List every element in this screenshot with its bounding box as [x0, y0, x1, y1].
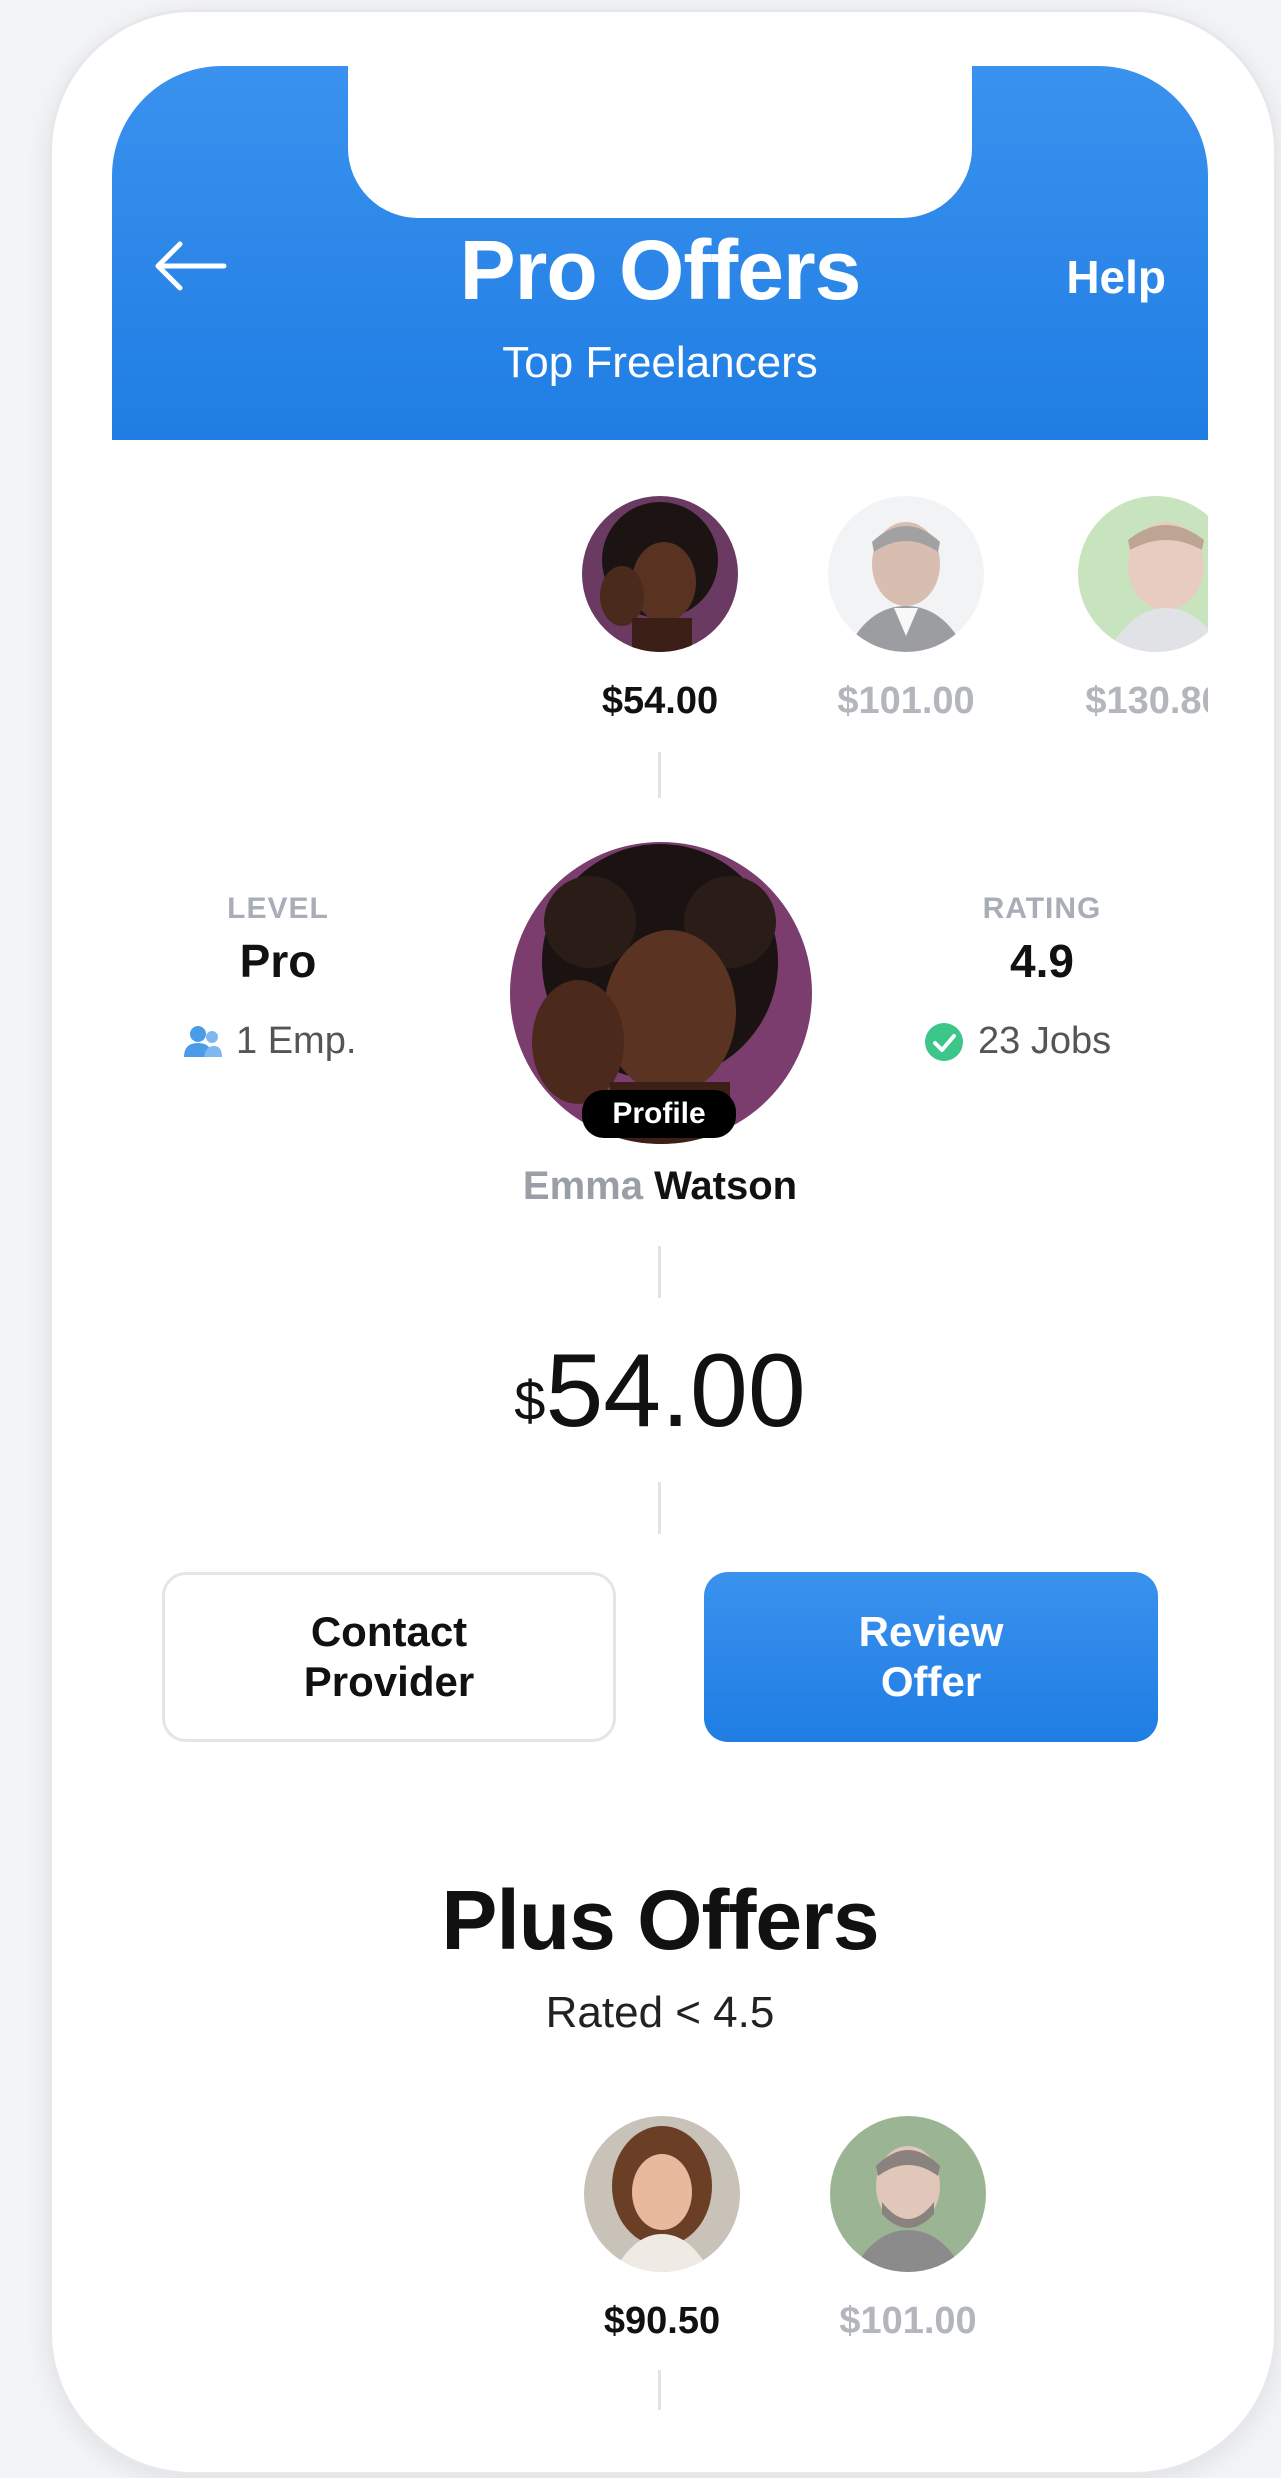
divider-line	[658, 2370, 661, 2410]
level-label: LEVEL	[227, 892, 329, 925]
review-label-line2: Offer	[880, 1658, 982, 1705]
offer-amount: 54.00	[545, 1333, 806, 1449]
divider-line	[658, 752, 661, 798]
jobs-text: 23 Jobs	[978, 1020, 1112, 1062]
header-bar: Pro Offers Top Freelancers Help	[112, 66, 1208, 440]
freelancer-name: Emma Watson	[112, 1164, 1208, 1209]
rating-value: 4.9	[1010, 935, 1074, 987]
freelancer-price-3[interactable]: $130.80	[1054, 680, 1208, 723]
app-screen: Pro Offers Top Freelancers Help $54.00 $…	[112, 66, 1208, 2432]
employees-text: 1 Emp.	[236, 1020, 357, 1062]
employees-count: 1 Emp.	[184, 1020, 356, 1063]
plus-freelancer-avatar-1[interactable]	[584, 2116, 740, 2272]
phone-notch	[348, 66, 972, 218]
last-name: Watson	[654, 1164, 798, 1208]
first-name: Emma	[522, 1164, 643, 1208]
plus-freelancer-avatar-2[interactable]	[830, 2116, 986, 2272]
page-subtitle: Top Freelancers	[502, 338, 818, 387]
section-subtitle: Rated < 4.5	[545, 1988, 775, 2037]
review-offer-button[interactable]: Review Offer	[704, 1572, 1158, 1742]
freelancer-avatar-3[interactable]	[1078, 496, 1208, 652]
page-title: Pro Offers	[459, 223, 862, 317]
jobs-count: 23 Jobs	[924, 1020, 1111, 1063]
offer-price: $54.00	[112, 1332, 1208, 1451]
freelancer-avatar-1[interactable]	[582, 496, 738, 652]
check-circle-icon	[925, 1022, 963, 1061]
freelancer-price-1[interactable]: $54.00	[560, 680, 760, 723]
freelancer-price-2[interactable]: $101.00	[806, 680, 1006, 723]
plus-freelancer-price-1[interactable]: $90.50	[562, 2300, 762, 2343]
contact-label-line2: Provider	[303, 1658, 475, 1705]
review-label-line1: Review	[858, 1607, 1004, 1655]
contact-label-line1: Contact	[310, 1607, 468, 1655]
help-link[interactable]: Help	[1066, 250, 1166, 304]
contact-provider-button[interactable]: Contact Provider	[162, 1572, 616, 1742]
divider-line	[658, 1482, 661, 1534]
users-icon	[184, 1025, 222, 1057]
section-title: Plus Offers	[441, 1873, 879, 1967]
rating-label: RATING	[982, 892, 1102, 925]
currency-symbol: $	[514, 1369, 546, 1432]
plus-freelancer-price-2[interactable]: $101.00	[808, 2300, 1008, 2343]
freelancer-avatar-2[interactable]	[828, 496, 984, 652]
profile-badge[interactable]: Profile	[582, 1090, 736, 1138]
level-value: Pro	[239, 935, 317, 987]
divider-line	[658, 1246, 661, 1298]
